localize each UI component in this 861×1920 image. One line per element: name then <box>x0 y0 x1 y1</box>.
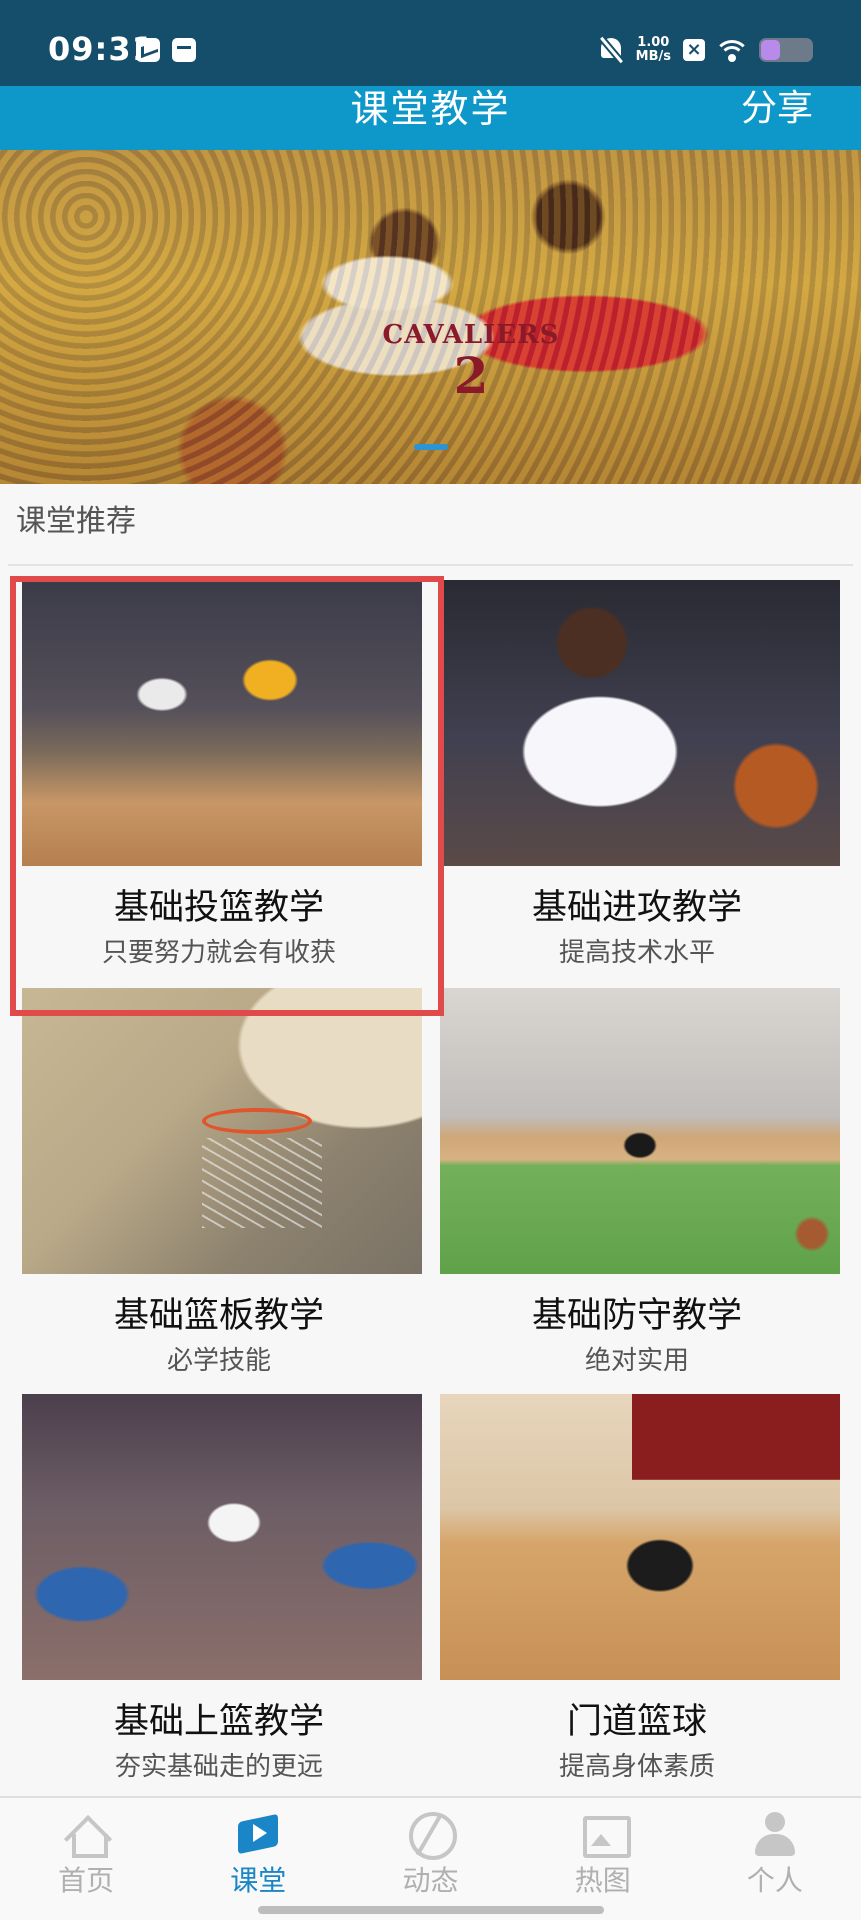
message-notification-icon <box>136 38 160 62</box>
section-title-recommended: 课堂推荐 <box>16 504 136 539</box>
course-image-defense <box>440 988 840 1274</box>
course-title: 基础投篮教学 <box>113 888 324 928</box>
app-header: 课堂教学 分享 <box>0 86 861 150</box>
nav-item-feed[interactable]: 动态 <box>344 1798 516 1920</box>
course-card-layup[interactable]: 基础上篮教学 夯实基础走的更远 <box>16 1394 422 1800</box>
course-card-defense[interactable]: 基础防守教学 绝对实用 <box>434 988 840 1394</box>
course-image-offense <box>440 580 840 866</box>
app-notification-icon <box>172 38 196 62</box>
nav-item-hot-pictures[interactable]: 热图 <box>517 1798 689 1920</box>
no-sim-icon: × <box>683 39 705 61</box>
nav-label: 热图 <box>574 1864 631 1897</box>
battery-icon <box>759 38 813 62</box>
course-image-fitness <box>440 1394 840 1680</box>
status-bar: 09:31 1.00 MB/s × <box>0 0 861 86</box>
person-icon <box>751 1812 799 1858</box>
nav-label: 首页 <box>58 1864 115 1897</box>
gesture-home-bar[interactable] <box>258 1906 604 1914</box>
course-title: 基础进攻教学 <box>531 888 742 928</box>
carousel-dot-active <box>413 444 448 450</box>
status-right-group: 1.00 MB/s × <box>598 32 813 68</box>
banner-photo-jersey: CAVALIERS 2 <box>356 320 586 402</box>
course-title: 基础防守教学 <box>531 1296 742 1336</box>
share-button[interactable]: 分享 <box>741 86 813 132</box>
course-subtitle: 提高身体素质 <box>558 1752 715 1782</box>
course-image-layup <box>22 1394 422 1680</box>
course-card-offense[interactable]: 基础进攻教学 提高技术水平 <box>434 580 840 986</box>
nav-label: 动态 <box>402 1864 459 1897</box>
nav-label: 个人 <box>746 1864 803 1897</box>
hoop-rim-shape <box>202 1108 312 1134</box>
course-card-shooting[interactable]: 基础投篮教学 只要努力就会有收获 <box>16 580 422 986</box>
course-title: 门道篮球 <box>566 1702 707 1742</box>
course-image-rebound <box>22 988 422 1274</box>
network-speed-value: 1.00 <box>637 35 670 50</box>
basketball-icon <box>407 1812 457 1860</box>
mute-bell-icon <box>598 36 624 64</box>
banner-jersey-number: 2 <box>453 346 489 405</box>
home-icon <box>62 1812 110 1858</box>
course-subtitle: 只要努力就会有收获 <box>101 938 336 968</box>
course-subtitle: 必学技能 <box>166 1346 271 1376</box>
course-subtitle: 夯实基础走的更远 <box>114 1752 323 1782</box>
course-card-rebound[interactable]: 基础篮板教学 必学技能 <box>16 988 422 1394</box>
bottom-navigation: 首页 课堂 动态 热图 个人 <box>0 1796 861 1920</box>
page-title: 课堂教学 <box>350 87 511 131</box>
carousel-indicator <box>0 435 861 454</box>
section-divider <box>8 564 853 566</box>
nav-item-classroom[interactable]: 课堂 <box>172 1798 344 1920</box>
course-subtitle: 提高技术水平 <box>558 938 715 968</box>
course-title: 基础篮板教学 <box>113 1296 324 1336</box>
course-image-shooting <box>22 580 422 866</box>
classroom-icon <box>234 1812 282 1858</box>
battery-level <box>761 40 780 60</box>
nav-item-profile[interactable]: 个人 <box>689 1798 861 1920</box>
course-subtitle: 绝对实用 <box>584 1346 689 1376</box>
wifi-icon <box>717 38 747 62</box>
course-card-fitness[interactable]: 门道篮球 提高身体素质 <box>434 1394 840 1800</box>
network-speed-unit: MB/s <box>635 49 671 64</box>
banner-carousel[interactable]: CAVALIERS 2 <box>0 150 861 484</box>
picture-icon <box>579 1812 631 1858</box>
nav-item-home[interactable]: 首页 <box>0 1798 172 1920</box>
nav-label: 课堂 <box>230 1864 287 1897</box>
course-title: 基础上篮教学 <box>113 1702 324 1742</box>
network-speed: 1.00 MB/s <box>636 36 671 64</box>
